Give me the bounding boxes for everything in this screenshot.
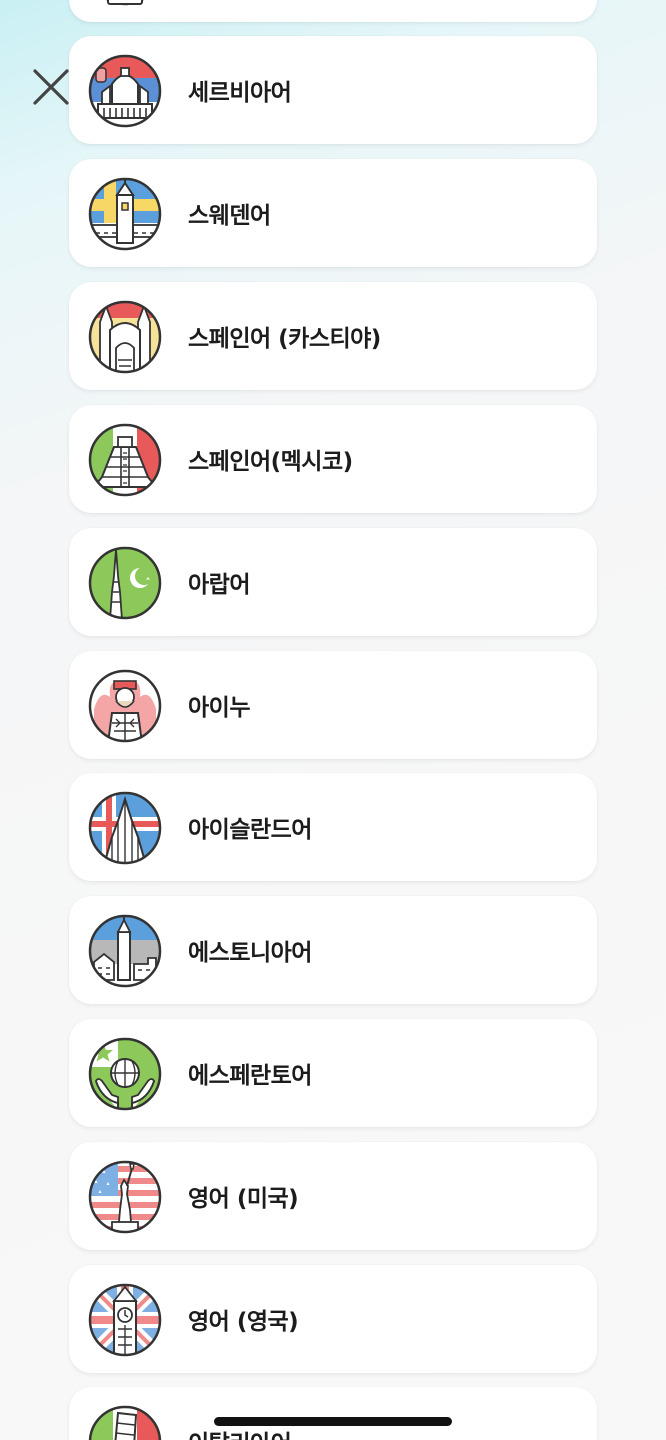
- iceland-landmark-icon: [88, 791, 162, 865]
- close-icon[interactable]: [30, 66, 72, 108]
- sweden-landmark-icon: [88, 177, 162, 251]
- language-item-english-us[interactable]: 영어 (미국): [69, 1142, 597, 1250]
- esperanto-globe-icon: [88, 1037, 162, 1111]
- language-label: 이탈리아어: [188, 1387, 292, 1440]
- home-indicator[interactable]: [214, 1417, 452, 1426]
- language-label: 아랍어: [188, 572, 250, 598]
- language-label: 에스토니아어: [188, 940, 312, 966]
- language-item-serbian[interactable]: 세르비아어: [69, 36, 597, 144]
- ainu-icon: [88, 669, 162, 743]
- language-label: 세르비아어: [188, 80, 292, 106]
- language-label: 영어 (영국): [188, 1309, 299, 1335]
- language-label: 스페인어(멕시코): [188, 449, 353, 475]
- mexico-landmark-icon: [88, 423, 162, 497]
- arabic-landmark-icon: [88, 546, 162, 620]
- language-item-estonian[interactable]: 에스토니아어: [69, 896, 597, 1004]
- language-item-icelandic[interactable]: 아이슬란드어: [69, 773, 597, 881]
- big-ben-icon: [88, 1283, 162, 1357]
- language-item-arabic[interactable]: 아랍어: [69, 528, 597, 636]
- language-item-ainu[interactable]: 아이누: [69, 651, 597, 759]
- language-label: 영어 (미국): [188, 1186, 299, 1212]
- language-item-esperanto[interactable]: 에스페란토어: [69, 1019, 597, 1127]
- leaning-tower-icon: [88, 1405, 162, 1440]
- language-item-italian[interactable]: 이탈리아어: [69, 1387, 597, 1440]
- language-item-spanish-castilian[interactable]: 스페인어 (카스티야): [69, 282, 597, 390]
- language-label: 에스페란토어: [188, 1063, 312, 1089]
- language-label: 아이슬란드어: [188, 817, 312, 843]
- language-label: 스페인어 (카스티야): [188, 326, 381, 352]
- serbia-landmark-icon: [88, 54, 162, 128]
- language-list: 세르비아어 스웨덴어 스페인어 (카스티야) 스페인어(멕시코) 아랍어 아이누…: [0, 0, 666, 1440]
- estonia-landmark-icon: [88, 914, 162, 988]
- language-item-spanish-mexico[interactable]: 스페인어(멕시코): [69, 405, 597, 513]
- language-item[interactable]: [69, 0, 597, 22]
- language-landmark-icon: [106, 0, 144, 6]
- language-item-english-uk[interactable]: 영어 (영국): [69, 1265, 597, 1373]
- statue-of-liberty-icon: [88, 1160, 162, 1234]
- spain-landmark-icon: [88, 300, 162, 374]
- language-item-swedish[interactable]: 스웨덴어: [69, 159, 597, 267]
- language-label: 스웨덴어: [188, 203, 271, 229]
- language-label: 아이누: [188, 695, 250, 721]
